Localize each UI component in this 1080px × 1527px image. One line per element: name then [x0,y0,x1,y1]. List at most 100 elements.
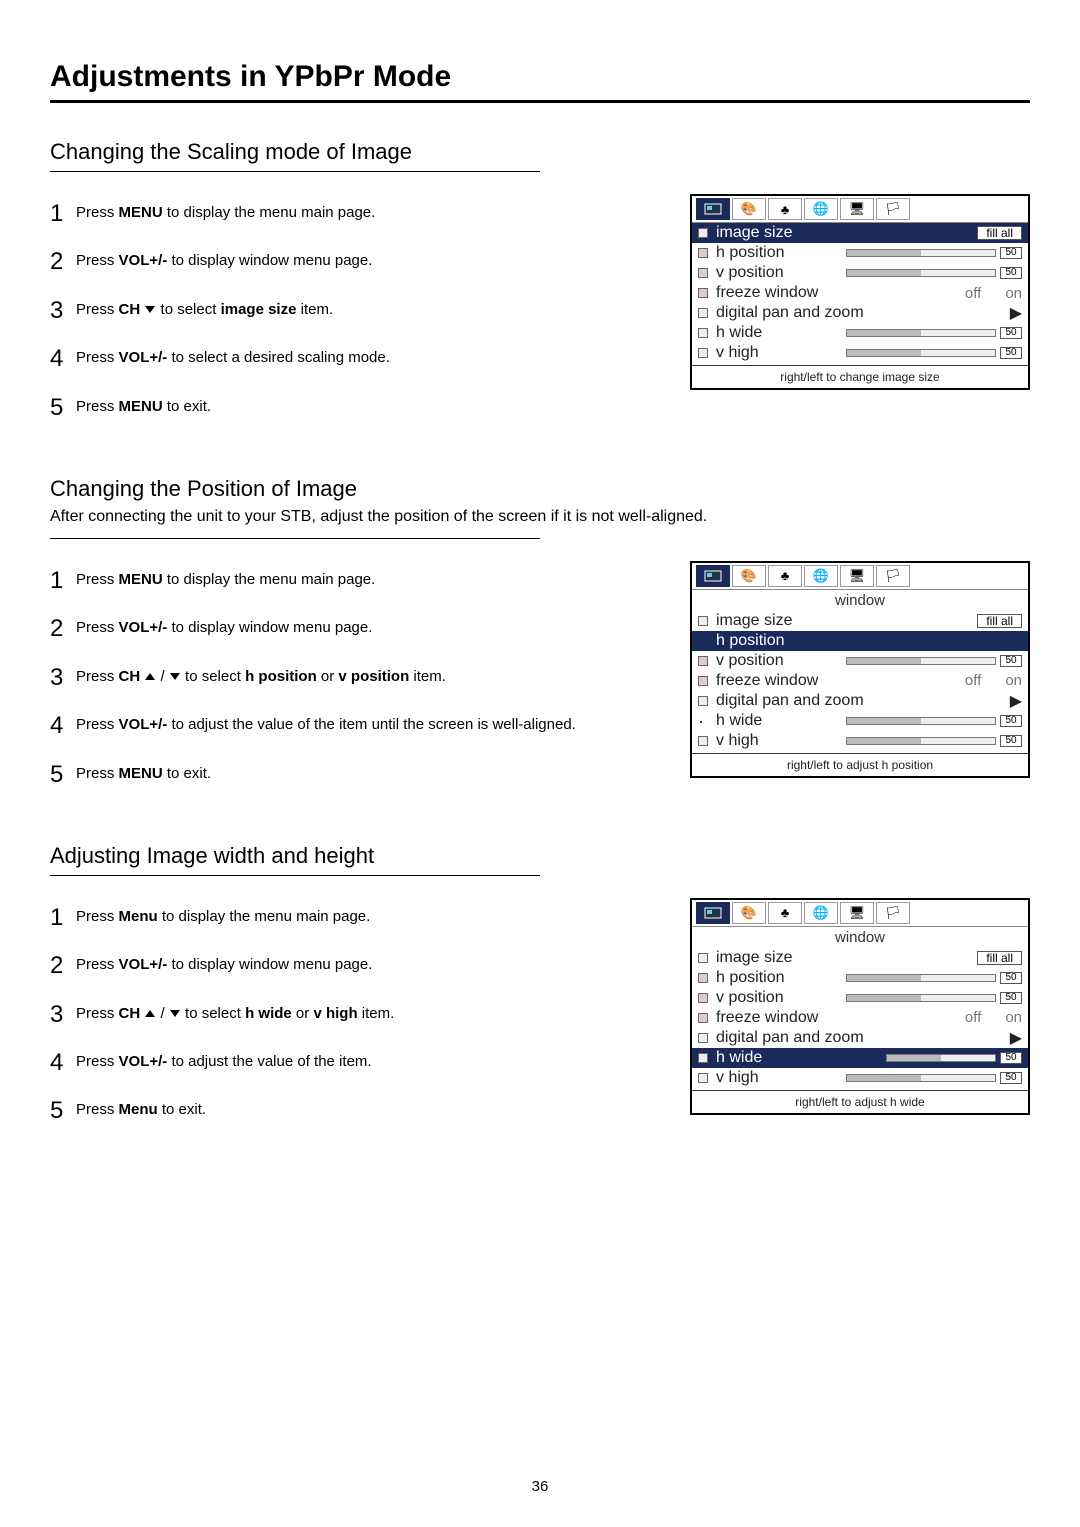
osd-footer: right/left to adjust h wide [692,1090,1028,1113]
step-text: Press VOL+/- to display window menu page… [76,246,372,271]
step-text: Press CH / to select h position or v pos… [76,662,446,687]
slider-bar [846,249,996,257]
osd-tab-window-icon [696,565,730,587]
steps-list-3: 1Press Menu to display the menu main pag… [50,902,650,1144]
on-off-toggle: offon [965,285,1022,302]
off-label: off [965,1009,981,1026]
on-label: on [1005,672,1022,689]
osd-label: h wide [716,1049,880,1067]
slider-bar [846,994,996,1002]
osd-tabs: 🎨 ♣ 🌐 🖥 🏳 [692,563,1028,590]
value-box: 50 [1000,267,1022,279]
osd-tab-flag-icon: 🏳 [876,198,910,220]
v-high-icon [698,735,712,747]
step-number: 1 [50,565,76,597]
osd-item-freeze: freeze window offon [692,1008,1028,1028]
page-number: 36 [0,1478,1080,1495]
step-text: Press CH / to select h wide or v high it… [76,999,394,1024]
osd-tab-color-icon: 🎨 [732,902,766,924]
osd-label: digital pan and zoom [716,1029,1010,1047]
freeze-icon [698,287,712,299]
osd-item-freeze: freeze window off on [692,671,1028,691]
submenu-arrow-icon: ▶ [1010,691,1022,711]
slider-bar [846,717,996,725]
osd-footer: right/left to adjust h position [692,753,1028,776]
osd-tab-audio-icon: ♣ [768,565,802,587]
osd-tabs: 🎨 ♣ 🌐 🖥 🏳 [692,900,1028,927]
step-number: 2 [50,950,76,982]
osd-item-h-wide: h wide 50 [692,711,1028,731]
step-text: Press Menu to display the menu main page… [76,902,370,927]
step-text: Press Menu to exit. [76,1095,206,1120]
on-label: on [1005,285,1022,302]
step-number: 1 [50,902,76,934]
freeze-icon [698,1012,712,1024]
on-label: on [1005,1009,1022,1026]
step-number: 3 [50,999,76,1031]
osd-label: v position [716,652,840,670]
osd-item-v-high: v high 50 [692,731,1028,751]
osd-label: freeze window [716,672,943,690]
osd-label: image size [716,612,977,630]
step-number: 4 [50,1047,76,1079]
section-description: After connecting the unit to your STB, a… [50,508,1030,526]
osd-item-freeze: freeze window offon [692,283,1028,303]
slider-bar [846,329,996,337]
step-number: 4 [50,710,76,742]
pan-zoom-icon [698,695,712,707]
osd-item-h-position: h position [692,631,1028,651]
osd-tab-window-icon [696,198,730,220]
step-number: 3 [50,295,76,327]
section-title-1: Changing the Scaling mode of Image [50,139,1030,165]
osd-item-digital-pan: digital pan and zoom ▶ [692,303,1028,323]
image-size-icon [698,227,712,239]
osd-item-image-size: image size fill all [692,611,1028,631]
osd-tab-flag-icon: 🏳 [876,565,910,587]
value-box: 50 [1000,735,1022,747]
step-number: 2 [50,613,76,645]
v-position-icon [698,267,712,279]
off-label: off [965,672,981,689]
step-number: 5 [50,392,76,424]
step-text: Press VOL+/- to adjust the value of the … [76,710,576,735]
h-wide-icon [698,715,712,727]
slider-bar [846,737,996,745]
image-size-value: fill all [977,614,1022,628]
h-position-icon [698,635,712,647]
h-position-icon [698,247,712,259]
v-high-icon [698,347,712,359]
osd-item-digital-pan: digital pan and zoom ▶ [692,691,1028,711]
osd-item-h-position: h position 50 [692,243,1028,263]
osd-label: h position [716,244,840,262]
value-box: 50 [1000,1052,1022,1064]
h-wide-icon [698,327,712,339]
pan-zoom-icon [698,307,712,319]
osd-tabs: 🎨 ♣ 🌐 🖥 🏳 [692,196,1028,223]
slider-bar [846,269,996,277]
step-number: 4 [50,343,76,375]
osd-item-v-high: v high 50 [692,1068,1028,1088]
osd-label: image size [716,224,977,242]
step-text: Press MENU to display the menu main page… [76,198,375,223]
osd-item-h-position: h position 50 [692,968,1028,988]
slider-bar [846,349,996,357]
osd-label: v high [716,344,840,362]
h-position-icon [698,972,712,984]
osd-footer: right/left to change image size [692,365,1028,388]
submenu-arrow-icon: ▶ [1010,1028,1022,1048]
slider-bar [846,974,996,982]
h-wide-icon [698,1052,712,1064]
value-box: 50 [1000,655,1022,667]
steps-list-1: 1Press MENU to display the menu main pag… [50,198,650,440]
submenu-arrow-icon: ▶ [1010,303,1022,323]
osd-subtitle: window [692,590,1028,611]
value-box: 50 [1000,972,1022,984]
osd-tab-color-icon: 🎨 [732,565,766,587]
osd-tab-monitor-icon: 🖥 [840,565,874,587]
osd-label: h wide [716,712,840,730]
step-text: Press CH to select image size item. [76,295,333,320]
slider-bar [846,1074,996,1082]
on-off-toggle: off on [965,672,1022,689]
slider-bar [886,1054,996,1062]
step-number: 5 [50,759,76,791]
